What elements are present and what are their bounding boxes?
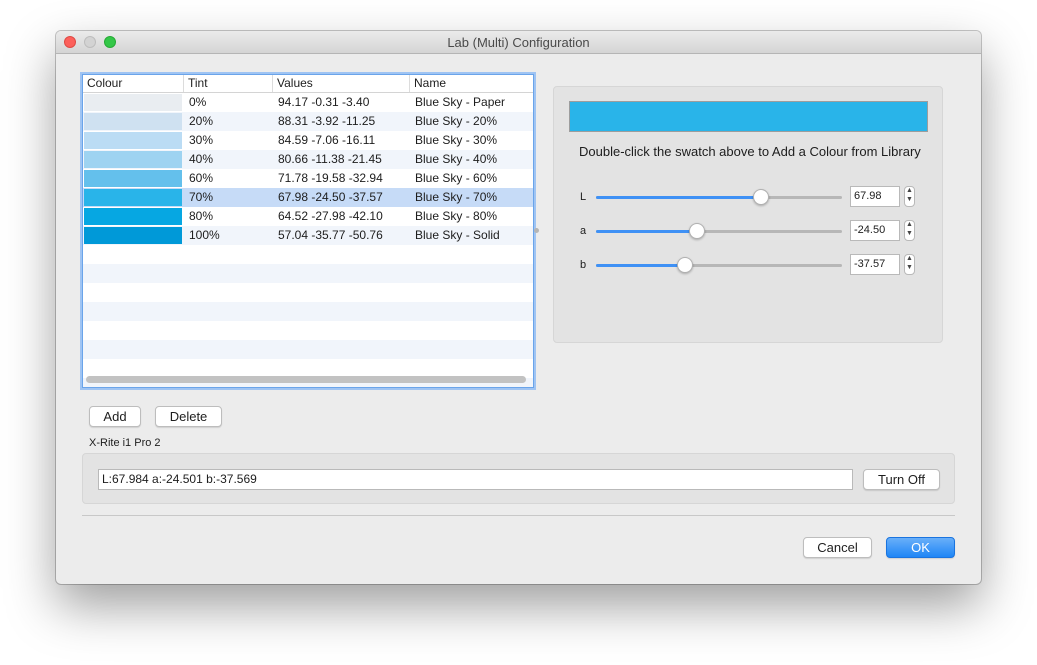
name-cell: Blue Sky - Solid [415,228,500,242]
name-cell: Blue Sky - 70% [415,190,498,204]
name-cell: Blue Sky - 30% [415,133,498,147]
slider-label-l: L [580,191,587,203]
chevron-up-icon[interactable]: ▲ [905,255,914,264]
values-cell: 94.17 -0.31 -3.40 [278,95,370,109]
chevron-up-icon[interactable]: ▲ [905,221,914,230]
tint-cell: 40% [189,152,214,166]
device-label: X-Rite i1 Pro 2 [89,437,161,449]
values-cell: 57.04 -35.77 -50.76 [278,228,383,242]
empty-table-row[interactable] [83,283,533,302]
empty-table-row[interactable] [83,340,533,359]
values-cell: 88.31 -3.92 -11.25 [278,114,376,128]
colour-swatch-cell [84,113,182,130]
table-header: Colour Tint Values Name [83,75,533,93]
slider-label-a: a [580,225,587,237]
divider [82,515,955,516]
name-cell: Blue Sky - 20% [415,114,498,128]
stepper-a[interactable]: ▲ ▼ [904,220,915,241]
table-row[interactable]: 100% 57.04 -35.77 -50.76 Blue Sky - Solid [83,226,533,245]
table-row[interactable]: 40% 80.66 -11.38 -21.45 Blue Sky - 40% [83,150,533,169]
ok-button[interactable]: OK [886,537,955,558]
column-header-values[interactable]: Values [273,75,410,92]
values-cell: 67.98 -24.50 -37.57 [278,190,383,204]
colour-swatch-cell [84,132,182,149]
slider-track-a[interactable] [596,230,842,233]
slider-knob-l[interactable] [752,189,769,205]
table-row[interactable]: 30% 84.59 -7.06 -16.11 Blue Sky - 30% [83,131,533,150]
values-cell: 64.52 -27.98 -42.10 [278,209,383,223]
table-row[interactable]: 60% 71.78 -19.58 -32.94 Blue Sky - 60% [83,169,533,188]
table-rows: 0% 94.17 -0.31 -3.40 Blue Sky - Paper 20% 88… [83,93,533,387]
device-group: L:67.984 a:-24.501 b:-37.569 Turn Off [82,453,955,504]
colour-swatch[interactable] [569,101,928,132]
name-cell: Blue Sky - 80% [415,209,498,223]
name-cell: Blue Sky - 60% [415,171,498,185]
colour-table[interactable]: Colour Tint Values Name 0% 94.17 -0.31 -3… [82,74,534,388]
empty-table-row[interactable] [83,302,533,321]
chevron-down-icon[interactable]: ▼ [905,196,914,205]
tint-cell: 0% [189,95,207,109]
table-row[interactable]: 70% 67.98 -24.50 -37.57 Blue Sky - 70% [83,188,533,207]
chevron-up-icon[interactable]: ▲ [905,187,914,196]
turn-off-button[interactable]: Turn Off [863,469,940,490]
title-bar: Lab (Multi) Configuration [56,31,981,54]
horizontal-scrollbar[interactable] [86,376,526,383]
value-field-b[interactable]: -37.57 [850,254,900,275]
delete-button[interactable]: Delete [155,406,222,427]
window-title: Lab (Multi) Configuration [447,35,590,50]
slider-fill [596,264,685,267]
colour-swatch-cell [84,189,182,206]
colour-swatch-cell [84,151,182,168]
swatch-hint: Double-click the swatch above to Add a C… [579,144,921,159]
tint-cell: 60% [189,171,214,185]
column-header-name[interactable]: Name [410,75,533,92]
empty-table-row[interactable] [83,264,533,283]
tint-cell: 20% [189,114,214,128]
colour-swatch-cell [84,208,182,225]
tint-cell: 80% [189,209,214,223]
slider-knob-b[interactable] [676,257,693,273]
chevron-down-icon[interactable]: ▼ [905,264,914,273]
device-reading-field[interactable]: L:67.984 a:-24.501 b:-37.569 [98,469,853,490]
empty-table-row[interactable] [83,321,533,340]
value-field-l[interactable]: 67.98 [850,186,900,207]
config-window: Lab (Multi) Configuration Colour Tint Va… [56,31,981,584]
cancel-button[interactable]: Cancel [803,537,872,558]
colour-swatch-cell [84,227,182,244]
slider-fill [596,230,697,233]
column-header-tint[interactable]: Tint [184,75,273,92]
tint-cell: 100% [189,228,220,242]
empty-table-row[interactable] [83,245,533,264]
tint-cell: 30% [189,133,214,147]
chevron-down-icon[interactable]: ▼ [905,230,914,239]
slider-track-l[interactable] [596,196,842,199]
column-header-colour[interactable]: Colour [83,75,184,92]
slider-track-b[interactable] [596,264,842,267]
colour-swatch-cell [84,170,182,187]
values-cell: 80.66 -11.38 -21.45 [278,152,382,166]
name-cell: Blue Sky - 40% [415,152,498,166]
stepper-b[interactable]: ▲ ▼ [904,254,915,275]
table-row[interactable]: 20% 88.31 -3.92 -11.25 Blue Sky - 20% [83,112,533,131]
slider-label-b: b [580,259,587,271]
split-view-handle[interactable] [534,228,539,233]
table-row[interactable]: 0% 94.17 -0.31 -3.40 Blue Sky - Paper [83,93,533,112]
values-cell: 84.59 -7.06 -16.11 [278,133,376,147]
slider-fill [596,196,761,199]
table-row[interactable]: 80% 64.52 -27.98 -42.10 Blue Sky - 80% [83,207,533,226]
name-cell: Blue Sky - Paper [415,95,506,109]
colour-swatch-cell [84,94,182,111]
tint-cell: 70% [189,190,214,204]
add-button[interactable]: Add [89,406,141,427]
value-field-a[interactable]: -24.50 [850,220,900,241]
colour-editor-panel: Double-click the swatch above to Add a C… [553,86,943,343]
stepper-l[interactable]: ▲ ▼ [904,186,915,207]
slider-knob-a[interactable] [688,223,705,239]
values-cell: 71.78 -19.58 -32.94 [278,171,383,185]
